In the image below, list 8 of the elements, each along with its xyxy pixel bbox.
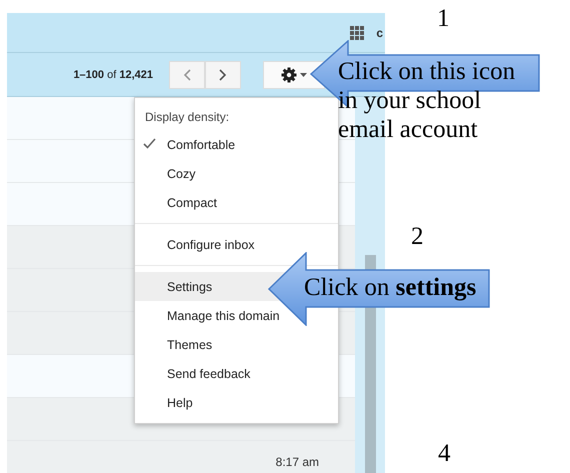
message-count: 1–100 of 12,421 bbox=[73, 68, 153, 80]
step-number: 4 bbox=[438, 439, 450, 468]
menu-heading: Display density: bbox=[144, 109, 230, 126]
email-time: 8:17 am bbox=[276, 455, 319, 469]
callout-text: Click on this icon bbox=[338, 57, 516, 86]
step-number: 1 bbox=[437, 4, 450, 33]
callout-text: email account bbox=[338, 115, 478, 144]
step-number: 2 bbox=[411, 222, 424, 251]
